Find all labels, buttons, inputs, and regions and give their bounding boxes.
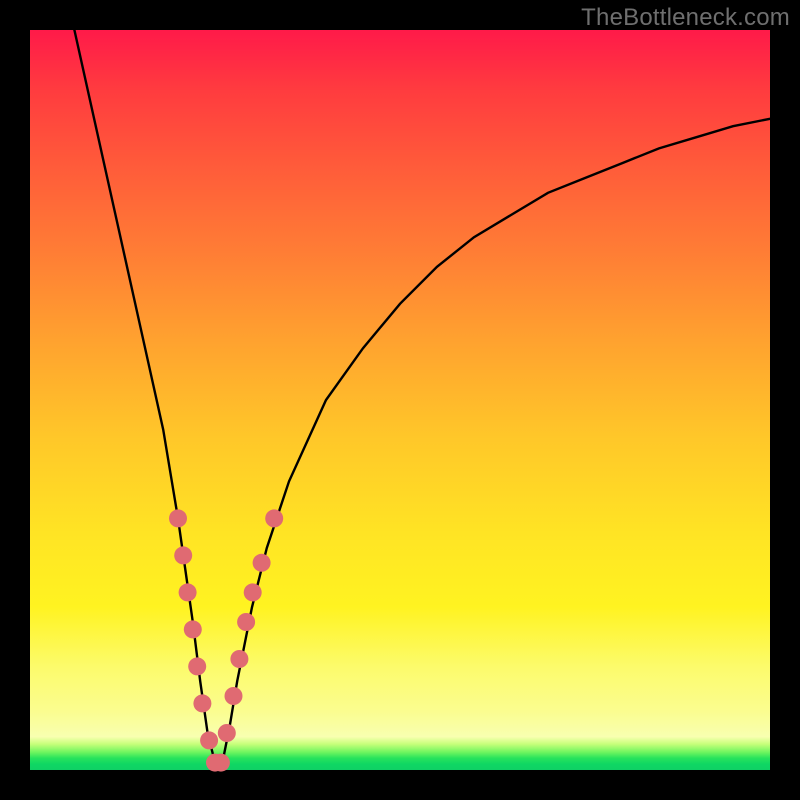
plot-area <box>30 30 770 770</box>
curve-svg <box>30 30 770 770</box>
marker-dot <box>230 650 248 668</box>
right-arm-dots <box>218 509 283 742</box>
marker-dot <box>200 731 218 749</box>
marker-dot <box>193 694 211 712</box>
marker-dot <box>212 754 230 772</box>
marker-dot <box>174 546 192 564</box>
marker-dot <box>253 554 271 572</box>
marker-dot <box>169 509 187 527</box>
chart-frame: TheBottleneck.com <box>0 0 800 800</box>
marker-dot <box>225 687 243 705</box>
marker-dot <box>179 583 197 601</box>
marker-dot <box>237 613 255 631</box>
marker-dot <box>188 657 206 675</box>
marker-dot <box>265 509 283 527</box>
marker-dot <box>218 724 236 742</box>
watermark-text: TheBottleneck.com <box>581 4 790 32</box>
marker-dot <box>184 620 202 638</box>
marker-dot <box>244 583 262 601</box>
bottleneck-curve <box>74 30 770 763</box>
